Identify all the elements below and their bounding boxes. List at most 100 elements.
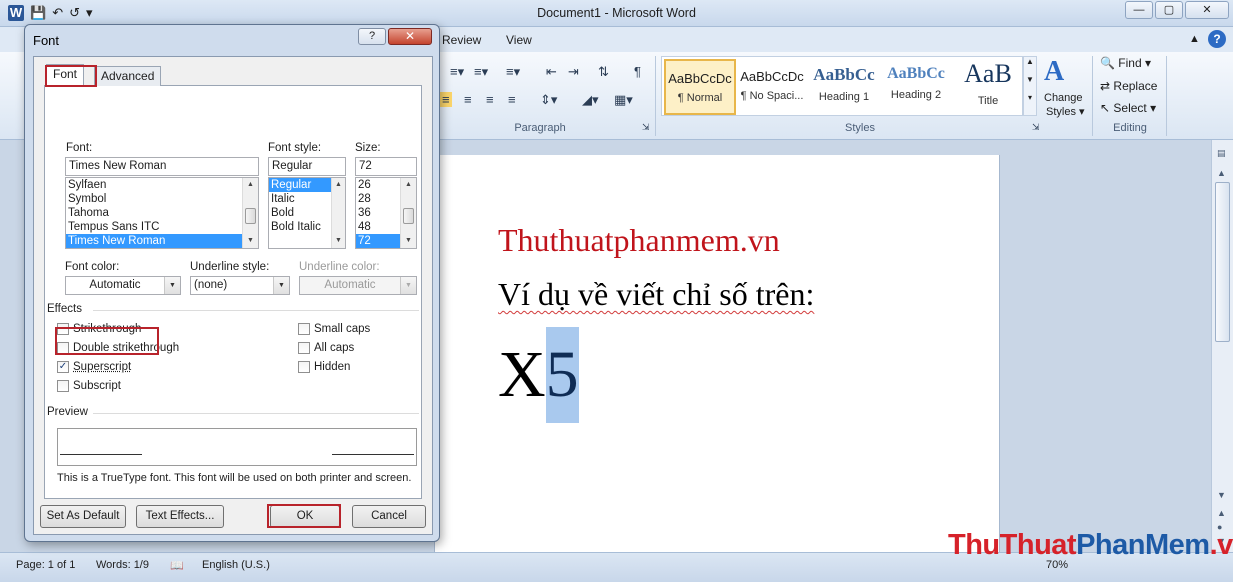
size-list-scrollbar[interactable]: ▲ ▼ bbox=[400, 178, 416, 248]
paragraph-launcher-icon[interactable]: ⇲ bbox=[642, 122, 650, 133]
style-title[interactable]: AaB Title bbox=[952, 59, 1024, 115]
scroll-down-icon[interactable]: ▼ bbox=[1217, 490, 1226, 500]
preview-baseline-left bbox=[60, 454, 142, 455]
proofing-icon[interactable]: 📖 bbox=[170, 559, 184, 572]
replace-icon: ⇄ bbox=[1100, 79, 1110, 93]
checkbox-box[interactable] bbox=[298, 361, 310, 373]
style-heading-1[interactable]: AaBbCc Heading 1 bbox=[808, 59, 880, 115]
minimize-ribbon-icon[interactable]: ▲ bbox=[1189, 33, 1200, 45]
superscript-checkbox[interactable]: ✓Superscript bbox=[57, 361, 131, 373]
font-dialog: Font ? ✕ Font: Times New Roman Sylfaen S… bbox=[24, 24, 440, 542]
scroll-down-icon[interactable]: ▼ bbox=[243, 234, 258, 248]
tab-review[interactable]: Review bbox=[442, 33, 481, 47]
scroll-thumb[interactable] bbox=[403, 208, 414, 224]
dialog-help-button[interactable]: ? bbox=[358, 28, 386, 45]
font-color-dropdown[interactable]: Automatic ▼ bbox=[65, 276, 181, 295]
align-left-icon[interactable]: ≡ bbox=[440, 92, 452, 107]
tab-advanced[interactable]: Advanced bbox=[94, 66, 161, 86]
dialog-close-button[interactable]: ✕ bbox=[388, 28, 432, 45]
style-normal[interactable]: AaBbCcDc ¶ Normal bbox=[664, 59, 736, 115]
underline-style-dropdown[interactable]: (none) ▼ bbox=[190, 276, 290, 295]
checkbox-box[interactable] bbox=[57, 380, 69, 392]
effects-label: Effects bbox=[47, 303, 82, 315]
font-list-item[interactable]: Sylfaen bbox=[66, 178, 258, 192]
font-name-list[interactable]: Sylfaen Symbol Tahoma Tempus Sans ITC Ti… bbox=[65, 177, 259, 249]
decrease-indent-icon[interactable]: ⇤ bbox=[546, 64, 557, 80]
close-button[interactable]: ✕ bbox=[1185, 1, 1229, 19]
hidden-checkbox[interactable]: Hidden bbox=[298, 361, 350, 373]
font-style-scrollbar[interactable]: ▲ ▼ bbox=[331, 178, 345, 248]
checkbox-box[interactable] bbox=[298, 342, 310, 354]
minimize-button[interactable]: — bbox=[1125, 1, 1153, 19]
ruler-toggle-icon[interactable]: ▤ bbox=[1217, 148, 1226, 159]
align-right-icon[interactable]: ≡ bbox=[486, 92, 494, 107]
set-as-default-button[interactable]: Set As Default bbox=[40, 505, 126, 528]
styles-launcher-icon[interactable]: ⇲ bbox=[1032, 122, 1040, 133]
select-button[interactable]: ↖ Select ▾ bbox=[1100, 101, 1156, 115]
language-status[interactable]: English (U.S.) bbox=[202, 559, 270, 571]
all-caps-checkbox[interactable]: All caps bbox=[298, 342, 354, 354]
find-button[interactable]: 🔍 Find ▾ bbox=[1100, 56, 1151, 70]
scroll-up-icon[interactable]: ▲ bbox=[332, 178, 345, 192]
align-center-icon[interactable]: ≡ bbox=[464, 92, 472, 107]
tab-view[interactable]: View bbox=[506, 33, 532, 47]
small-caps-checkbox[interactable]: Small caps bbox=[298, 323, 370, 335]
font-style-label: Font style: bbox=[268, 142, 321, 154]
line-spacing-icon[interactable]: ⇕▾ bbox=[540, 92, 557, 108]
help-icon[interactable]: ? bbox=[1208, 30, 1226, 48]
show-formatting-icon[interactable]: ¶ bbox=[634, 64, 641, 79]
increase-indent-icon[interactable]: ⇥ bbox=[568, 64, 579, 80]
scroll-thumb[interactable] bbox=[1215, 182, 1230, 342]
maximize-button[interactable]: ▢ bbox=[1155, 1, 1183, 19]
vertical-scrollbar[interactable]: ▤ ▲ ▼ ▲ ● ▼ bbox=[1211, 140, 1233, 552]
replace-button[interactable]: ⇄ Replace bbox=[1100, 79, 1157, 93]
scroll-down-icon[interactable]: ▼ bbox=[332, 234, 345, 248]
scroll-up-icon[interactable]: ▲ bbox=[243, 178, 258, 192]
document-page[interactable]: Thuthuatphanmem.vn Ví dụ về viết chỉ số … bbox=[434, 155, 1000, 552]
style-heading-2[interactable]: AaBbCc Heading 2 bbox=[880, 59, 952, 115]
size-input[interactable]: 72 bbox=[355, 157, 417, 176]
underline-color-dropdown[interactable]: Automatic ▼ bbox=[299, 276, 417, 295]
size-list[interactable]: 26 28 36 48 72 ▲ ▼ bbox=[355, 177, 417, 249]
font-list-item[interactable]: Symbol bbox=[66, 192, 258, 206]
multilevel-list-icon[interactable]: ≡▾ bbox=[506, 64, 520, 80]
font-preview-box bbox=[57, 428, 417, 466]
chevron-down-icon[interactable]: ▼ bbox=[164, 277, 180, 294]
cancel-button[interactable]: Cancel bbox=[352, 505, 426, 528]
scroll-thumb[interactable] bbox=[245, 208, 256, 224]
change-styles-line1[interactable]: Change bbox=[1044, 92, 1083, 104]
scroll-up-icon[interactable]: ▲ bbox=[401, 178, 416, 192]
numbering-icon[interactable]: ≡▾ bbox=[474, 64, 488, 80]
text-effects-button[interactable]: Text Effects... bbox=[136, 505, 224, 528]
font-list-scrollbar[interactable]: ▲ ▼ bbox=[242, 178, 258, 248]
scroll-down-icon[interactable]: ▼ bbox=[401, 234, 416, 248]
styles-gallery-scroll[interactable]: ▲▼▾ bbox=[1023, 56, 1037, 116]
change-styles-icon[interactable]: A bbox=[1044, 56, 1064, 88]
check-icon[interactable]: ✓ bbox=[57, 361, 69, 373]
checkbox-box[interactable] bbox=[298, 323, 310, 335]
font-list-item-selected[interactable]: Times New Roman bbox=[66, 234, 258, 248]
font-list-item[interactable]: Tempus Sans ITC bbox=[66, 220, 258, 234]
font-style-input[interactable]: Regular bbox=[268, 157, 346, 176]
borders-icon[interactable]: ▦▾ bbox=[614, 92, 633, 108]
bullets-icon[interactable]: ≡▾ bbox=[450, 64, 464, 80]
justify-icon[interactable]: ≡ bbox=[508, 92, 516, 107]
subscript-checkbox[interactable]: Subscript bbox=[57, 380, 121, 392]
highlight-ok bbox=[267, 504, 341, 528]
style-no-spacing[interactable]: AaBbCcDc ¶ No Spaci... bbox=[736, 59, 808, 115]
font-name-input[interactable]: Times New Roman bbox=[65, 157, 259, 176]
page-count[interactable]: Page: 1 of 1 bbox=[16, 559, 75, 571]
font-style-list[interactable]: Regular Italic Bold Bold Italic ▲ ▼ bbox=[268, 177, 346, 249]
word-count[interactable]: Words: 1/9 bbox=[96, 559, 149, 571]
change-styles-line2[interactable]: Styles ▾ bbox=[1046, 105, 1085, 118]
document-line-text: Ví dụ về viết chỉ số trên: bbox=[498, 276, 814, 313]
sort-icon[interactable]: ⇅ bbox=[598, 64, 609, 80]
font-list-item[interactable]: Tahoma bbox=[66, 206, 258, 220]
chevron-down-icon[interactable]: ▼ bbox=[400, 277, 416, 294]
shading-icon[interactable]: ◢▾ bbox=[582, 92, 599, 108]
previous-page-icon[interactable]: ▲ bbox=[1217, 508, 1226, 518]
preview-baseline-right bbox=[332, 454, 414, 455]
scroll-up-icon[interactable]: ▲ bbox=[1217, 168, 1226, 178]
dialog-body: Font: Times New Roman Sylfaen Symbol Tah… bbox=[33, 56, 433, 535]
chevron-down-icon[interactable]: ▼ bbox=[273, 277, 289, 294]
